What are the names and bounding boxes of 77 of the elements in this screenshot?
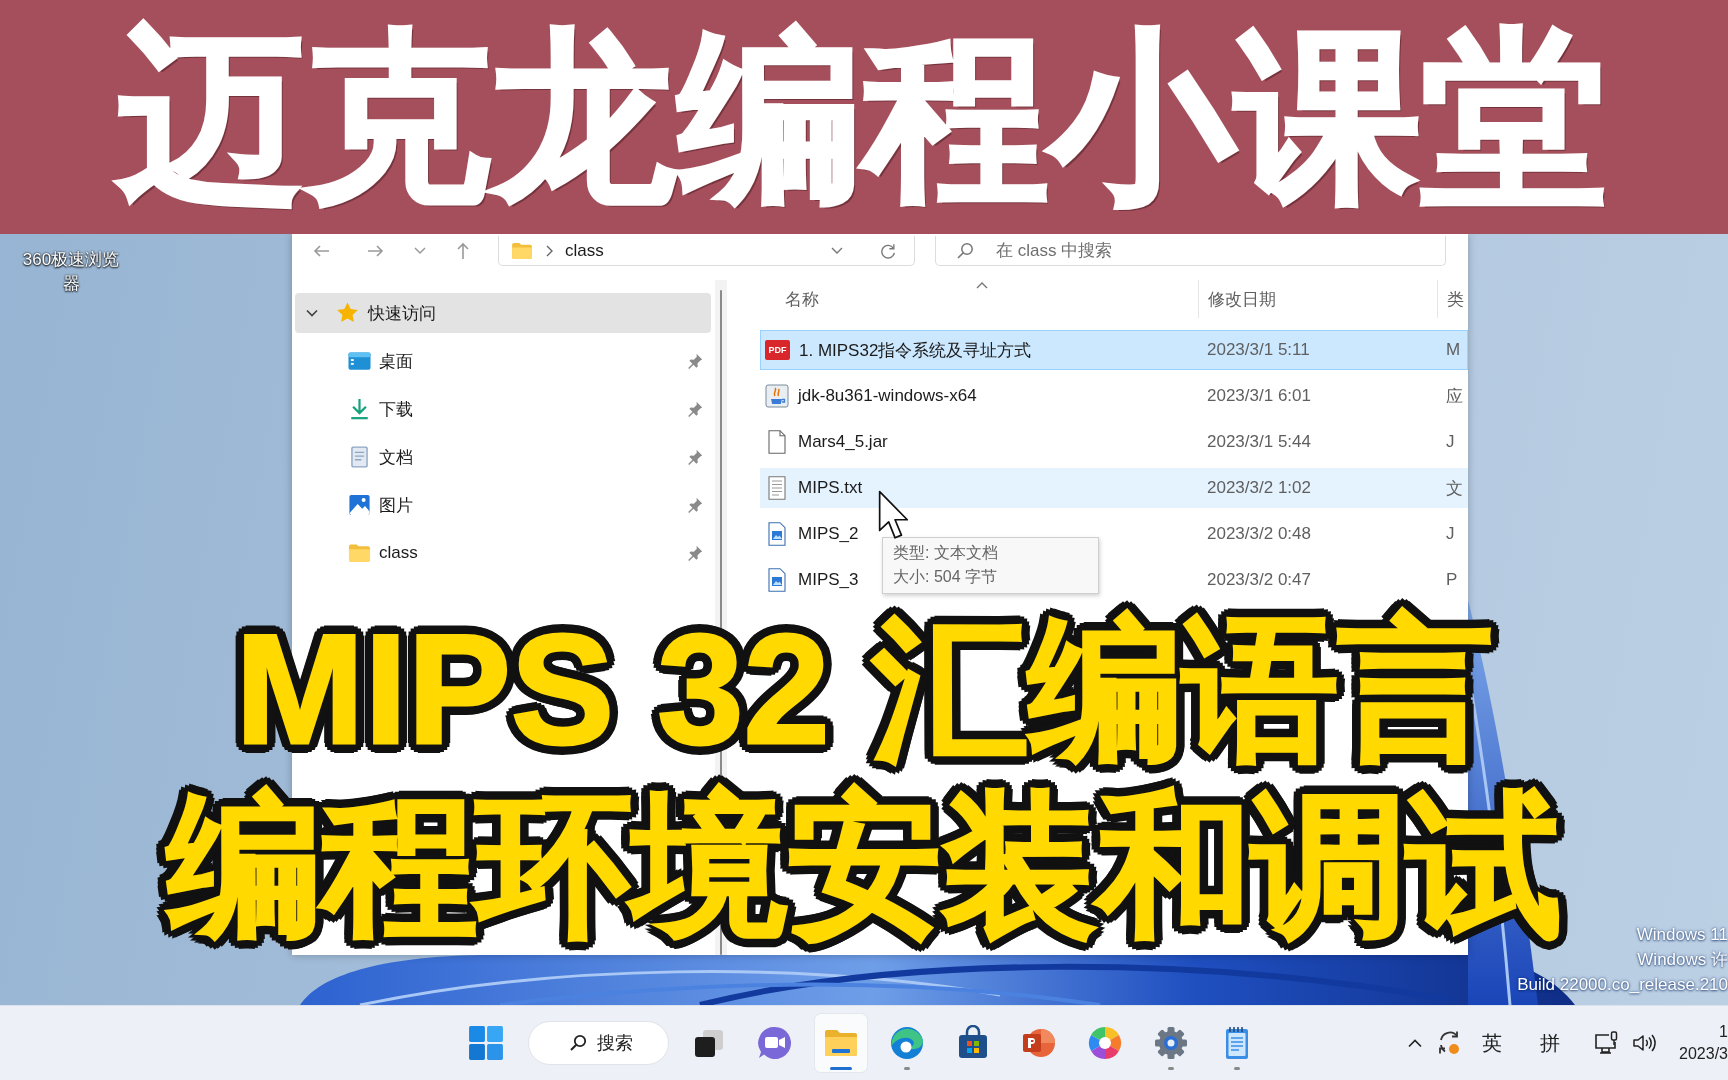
active-app-tile[interactable] (815, 1014, 867, 1072)
chevron-up-icon[interactable] (1407, 1038, 1423, 1048)
file-name: MIPS.txt (798, 478, 863, 498)
pinwheel-icon[interactable] (1087, 1025, 1123, 1061)
column-header[interactable]: 修改日期 (1198, 280, 1437, 318)
search-input[interactable]: 在 class 中搜索 (996, 239, 1156, 262)
banner-title: 迈克龙编程小课堂 (110, 10, 1618, 224)
pin-icon[interactable] (687, 497, 703, 513)
download-icon (348, 398, 371, 420)
input-language-indicator[interactable]: 英 (1482, 1029, 1502, 1057)
file-row[interactable]: MIPS.txt 2023/3/2 1:02 文 (760, 468, 1468, 508)
input-method-indicator[interactable]: 拼 (1540, 1029, 1560, 1057)
file-date: 2023/3/1 5:11 (1207, 340, 1310, 360)
chat-camera-icon[interactable] (757, 1025, 793, 1061)
clock-date[interactable]: 2023/3 (1679, 1043, 1728, 1065)
activation-notice-text: Build 22000.co_release.210 (1517, 974, 1728, 996)
search-icon (569, 1034, 587, 1052)
refresh-icon[interactable] (879, 241, 897, 260)
file-type-text: J (1446, 432, 1455, 452)
file-date: 2023/3/2 0:47 (1207, 570, 1311, 590)
pin-icon[interactable] (687, 401, 703, 417)
file-date: 2023/3/1 5:44 (1207, 432, 1311, 452)
file-type-text: 应 (1446, 385, 1463, 408)
nav-item[interactable]: 文档 (295, 437, 711, 477)
folder-icon (348, 542, 371, 564)
chevron-down-icon[interactable] (831, 246, 843, 255)
file-name: 1. MIPS32指令系统及寻址方式 (799, 339, 1032, 362)
breadcrumb-item[interactable]: class (565, 240, 604, 261)
file-row[interactable]: PDF 1. MIPS32指令系统及寻址方式 2023/3/1 5:11 M (760, 330, 1468, 370)
picture-icon (348, 494, 371, 516)
settings-icon[interactable] (1153, 1025, 1189, 1061)
nav-item[interactable]: 下载 (295, 389, 711, 429)
activation-notice-text: Windows 许 (1637, 949, 1728, 971)
browser-icon[interactable] (889, 1025, 925, 1061)
pin-icon[interactable] (687, 449, 703, 465)
file-name[interactable]: Mars4_5.jar (798, 432, 888, 452)
star-icon (336, 302, 359, 324)
nav-item[interactable]: 桌面 (295, 341, 711, 381)
file-type-text: M (1446, 340, 1461, 360)
text-file-icon (765, 476, 789, 500)
document-icon (348, 446, 371, 468)
image-file-icon (765, 568, 789, 592)
folder-icon (511, 241, 533, 260)
column-header[interactable]: 名称 (760, 280, 1198, 318)
column-header[interactable]: 类 (1437, 280, 1468, 318)
tooltip-text: 大小: 504 字节 (893, 567, 999, 587)
clock-time[interactable]: 1 (1719, 1021, 1728, 1043)
volume-icon[interactable] (1632, 1033, 1656, 1053)
file-type-text: 文 (1446, 477, 1463, 500)
file-name[interactable]: jdk-8u361-windows-x64 (798, 386, 977, 406)
network-monitor-icon[interactable] (1594, 1031, 1620, 1055)
file-name[interactable]: MIPS_2 (798, 524, 859, 544)
nav-item[interactable]: class (295, 533, 711, 573)
file-type-text: J (1446, 524, 1455, 544)
installer-icon (765, 384, 789, 408)
file-date: 2023/3/2 1:02 (1207, 478, 1311, 498)
windows-logo-icon[interactable] (468, 1025, 504, 1061)
pin-icon[interactable] (687, 353, 703, 369)
search-icon[interactable] (956, 241, 974, 260)
file-name[interactable]: MIPS_3 (798, 570, 859, 590)
chevron-down-icon[interactable] (414, 247, 426, 255)
activation-notice-text: Windows 11 (1636, 924, 1728, 946)
taskbar-search-box[interactable]: 搜索 (528, 1021, 669, 1065)
pdf-file-icon: PDF (765, 340, 790, 360)
pin-icon[interactable] (687, 545, 703, 561)
file-date: 2023/3/1 6:01 (1207, 386, 1311, 406)
file-type-text: P (1446, 570, 1458, 590)
nav-item[interactable]: 快速访问 (295, 293, 711, 333)
chevron-right-icon[interactable] (545, 244, 553, 257)
address-bar[interactable]: class (498, 236, 915, 266)
image-file-icon (765, 522, 789, 546)
sort-caret-icon[interactable] (976, 281, 988, 289)
tooltip-text: 类型: 文本文档 (893, 543, 999, 563)
file-icon (765, 430, 789, 454)
nav-item[interactable]: 图片 (295, 485, 711, 525)
desktop-icon (348, 350, 371, 372)
file-date: 2023/3/2 0:48 (1207, 524, 1311, 544)
